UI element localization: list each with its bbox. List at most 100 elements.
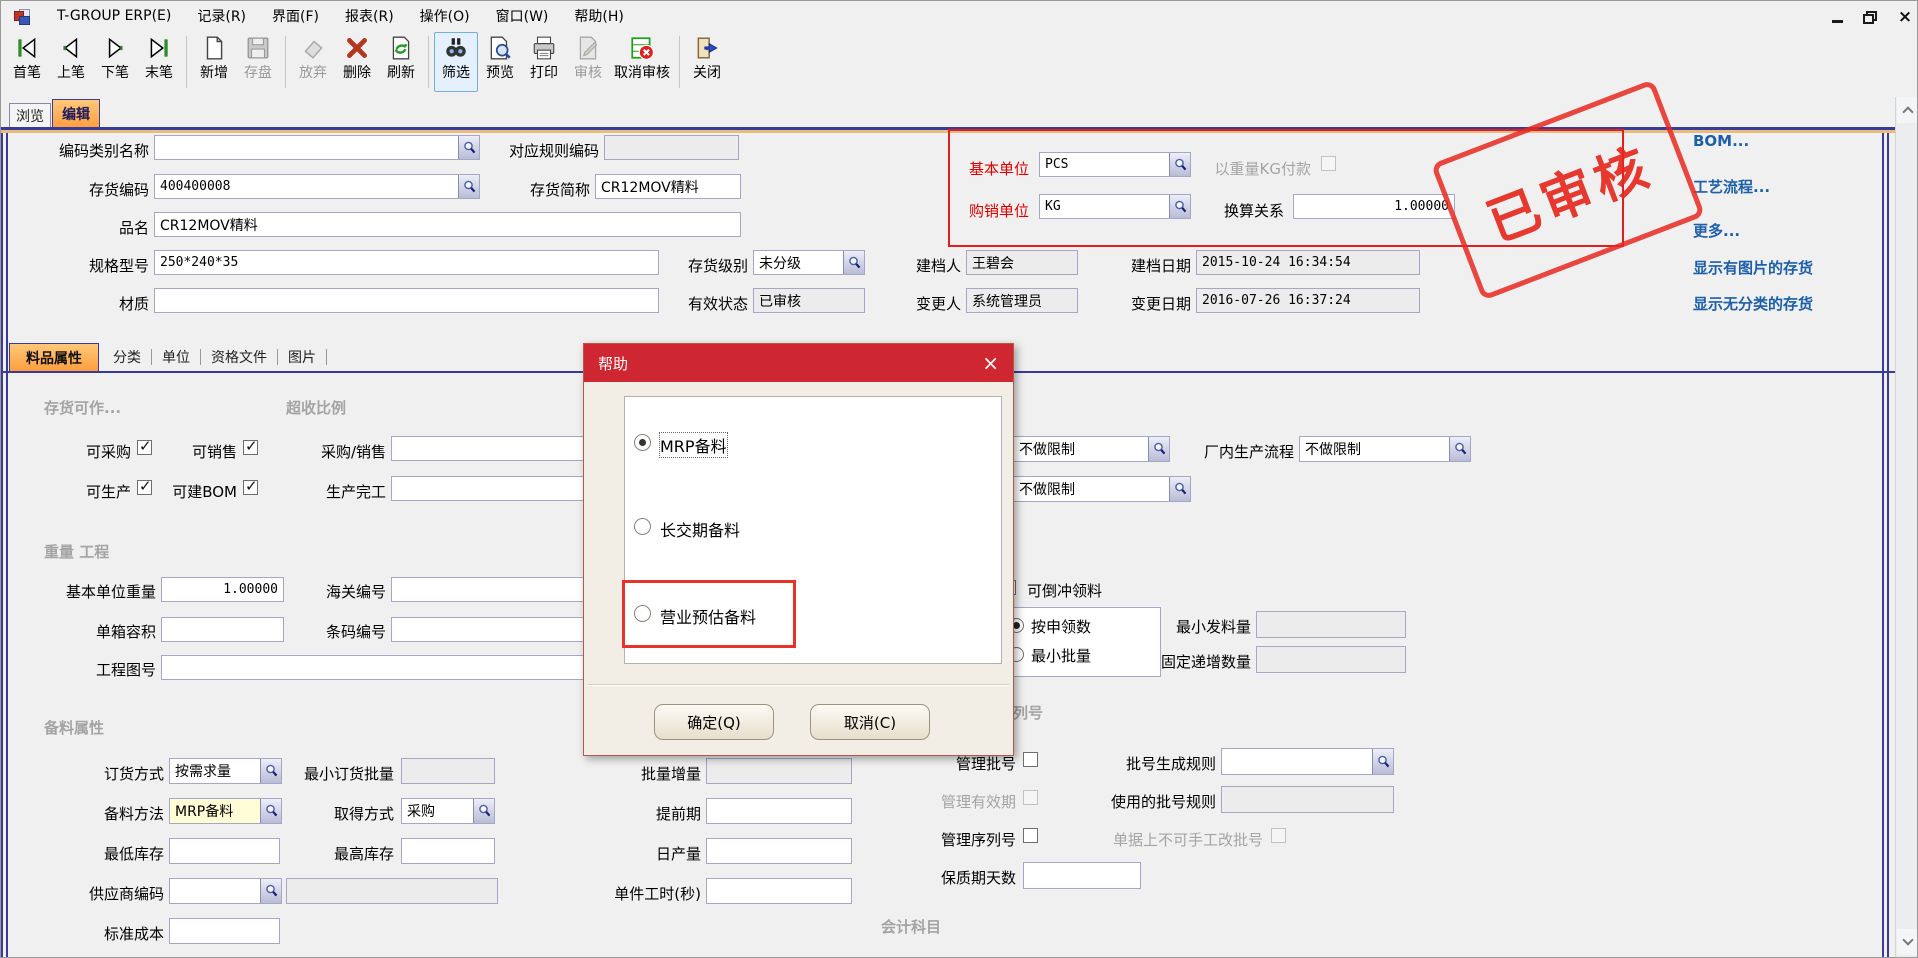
acquire-mode-input[interactable]: 采购 [401,798,495,824]
purchase-sale-input[interactable] [391,436,584,461]
magnifier-icon[interactable] [843,251,864,274]
restriction-input-2[interactable]: 不做限制 [1013,476,1191,502]
tab-edit[interactable]: 编辑 [52,99,100,128]
no-manual-batch-checkbox[interactable] [1271,828,1286,843]
menu-interface[interactable]: 界面(F) [272,6,319,26]
link-process-flow[interactable]: 工艺流程... [1693,176,1770,197]
magnifier-icon[interactable] [473,799,494,823]
material-input[interactable] [154,288,659,313]
base-weight-input[interactable]: 1.00000 [161,577,284,602]
abandon-button[interactable]: 放弃 [291,32,335,92]
radio-mrp-prep[interactable] [634,434,651,451]
magnifier-icon[interactable] [260,759,281,783]
inv-abbr-input[interactable]: CR12MOV精料 [595,174,741,199]
magnifier-icon[interactable] [1169,195,1190,218]
max-stock-input[interactable] [401,838,495,864]
subtab-unit[interactable]: 单位 [152,347,200,367]
sellable-checkbox[interactable] [243,440,258,455]
daily-output-input[interactable] [706,838,852,864]
magnifier-icon[interactable] [260,879,281,903]
manage-validity-checkbox[interactable] [1023,790,1038,805]
audit-button[interactable]: 审核 [566,32,610,92]
min-stock-input[interactable] [169,838,280,864]
prep-method-input[interactable]: MRP备料 [169,798,282,824]
subtab-item-attributes[interactable]: 料品属性 [9,343,99,371]
production-done-input[interactable] [391,476,584,501]
menu-report[interactable]: 报表(R) [345,6,394,26]
delete-button[interactable]: 删除 [335,32,379,92]
new-button[interactable]: 新增 [192,32,236,92]
dialog-close-button[interactable]: × [982,353,999,373]
link-show-with-images[interactable]: 显示有图片的存货 [1693,257,1813,278]
box-volume-input[interactable] [161,617,284,642]
std-cost-input[interactable] [169,918,280,944]
first-record-button[interactable]: 首笔 [5,32,49,92]
radio-mrp-prep-label[interactable]: MRP备料 [660,433,727,457]
conversion-input[interactable]: 1.00000 [1293,194,1455,219]
magnifier-icon[interactable] [1148,437,1169,461]
minimize-button[interactable] [1825,7,1849,27]
filter-button[interactable]: 筛选 [434,32,478,92]
link-show-unclassified[interactable]: 显示无分类的存货 [1693,293,1813,314]
menu-tgroup-erp[interactable]: T-GROUP ERP(E) [57,8,171,24]
close-form-button[interactable]: 关闭 [685,32,729,92]
batch-rule-input[interactable] [1221,748,1394,775]
restore-button[interactable] [1857,7,1881,27]
magnifier-icon[interactable] [260,799,281,823]
subtab-qualification[interactable]: 资格文件 [201,347,277,367]
trade-unit-input[interactable]: KG [1039,194,1191,219]
restriction-input-1[interactable]: 不做限制 [1013,436,1170,462]
link-bom[interactable]: BOM... [1693,132,1749,150]
base-unit-input[interactable]: PCS [1039,152,1191,177]
order-mode-input[interactable]: 按需求量 [169,758,282,784]
spec-input[interactable]: 250*240*35 [154,250,659,275]
magnifier-icon[interactable] [1169,153,1190,176]
magnifier-icon[interactable] [1449,437,1470,461]
lead-time-input[interactable] [706,798,852,824]
radio-long-lead-prep[interactable] [634,518,651,535]
inv-code-input[interactable]: 400400008 [154,174,480,199]
scroll-down-button[interactable] [1897,929,1918,955]
refresh-button[interactable]: 刷新 [379,32,423,92]
last-record-button[interactable]: 末笔 [137,32,181,92]
code-category-input[interactable] [154,135,480,160]
can-bom-checkbox[interactable] [243,480,258,495]
manage-batch-checkbox[interactable] [1023,752,1038,767]
menu-operate[interactable]: 操作(O) [420,6,470,26]
preview-button[interactable]: 预览 [478,32,522,92]
next-record-button[interactable]: 下笔 [93,32,137,92]
menu-help[interactable]: 帮助(H) [574,6,623,26]
subtab-category[interactable]: 分类 [103,347,151,367]
factory-flow-input[interactable]: 不做限制 [1299,436,1471,462]
subtab-image[interactable]: 图片 [278,347,326,367]
cancel-audit-button[interactable]: 取消审核 [610,32,674,92]
barcode-input[interactable] [391,617,584,642]
prev-record-button[interactable]: 上笔 [49,32,93,92]
close-window-button[interactable]: × [1893,7,1917,27]
drawing-no-input[interactable] [161,655,584,680]
radio-long-lead-prep-label[interactable]: 长交期备料 [660,517,740,541]
menu-window[interactable]: 窗口(W) [496,6,549,26]
purchasable-checkbox[interactable] [137,440,152,455]
vertical-scrollbar[interactable] [1895,97,1918,958]
producible-checkbox[interactable] [137,480,152,495]
link-more[interactable]: 更多... [1693,220,1740,241]
inv-level-input[interactable]: 未分级 [753,250,865,275]
shelf-days-input[interactable] [1023,862,1141,889]
cancel-button[interactable]: 取消(C) [810,704,930,740]
menu-record[interactable]: 记录(R) [197,6,246,26]
pay-by-kg-checkbox[interactable] [1321,156,1336,171]
tab-browse[interactable]: 浏览 [9,103,51,127]
save-button[interactable]: 存盘 [236,32,280,92]
product-name-input[interactable]: CR12MOV精料 [154,212,741,237]
magnifier-icon[interactable] [1169,477,1190,501]
unit-time-input[interactable] [706,878,852,904]
supplier-code-input[interactable] [169,878,282,904]
scroll-up-button[interactable] [1897,97,1918,123]
print-button[interactable]: 打印 [522,32,566,92]
customs-code-input[interactable] [391,577,584,602]
manage-serial-checkbox[interactable] [1023,828,1038,843]
ok-button[interactable]: 确定(Q) [654,704,774,740]
dialog-titlebar[interactable]: 帮助 × [584,344,1013,382]
magnifier-icon[interactable] [1372,749,1393,774]
